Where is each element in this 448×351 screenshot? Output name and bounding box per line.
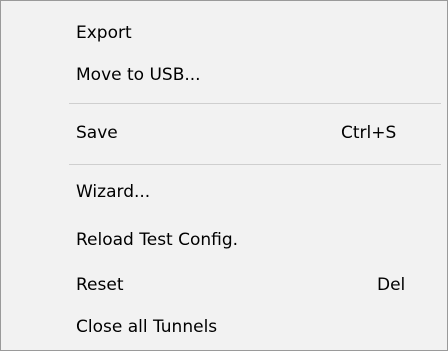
menu-item-label: Export: [76, 23, 132, 43]
menu-item-label: Move to USB...: [76, 65, 201, 85]
menu-item-shortcut: Del: [377, 275, 406, 295]
menu-item-label: Save: [76, 123, 118, 143]
menu-item-shortcut: Ctrl+S: [341, 123, 397, 143]
menu-separator: [69, 103, 441, 104]
menu-item-reset[interactable]: Reset Del: [1, 267, 447, 303]
menu-item-move-to-usb[interactable]: Move to USB...: [1, 57, 447, 93]
menu-item-export[interactable]: Export: [1, 15, 447, 51]
menu-item-reload-test-config[interactable]: Reload Test Config.: [1, 222, 447, 258]
menu-item-label: Reset: [76, 275, 124, 295]
menu-item-label: Wizard...: [76, 182, 151, 202]
menu-item-label: Close all Tunnels: [76, 317, 218, 337]
context-menu: Export Move to USB... Save Ctrl+S Wizard…: [0, 0, 448, 351]
menu-item-label: Reload Test Config.: [76, 230, 239, 250]
menu-separator: [69, 164, 441, 165]
menu-item-close-all-tunnels[interactable]: Close all Tunnels: [1, 309, 447, 345]
menu-item-wizard[interactable]: Wizard...: [1, 174, 447, 210]
menu-item-save[interactable]: Save Ctrl+S: [1, 115, 447, 151]
